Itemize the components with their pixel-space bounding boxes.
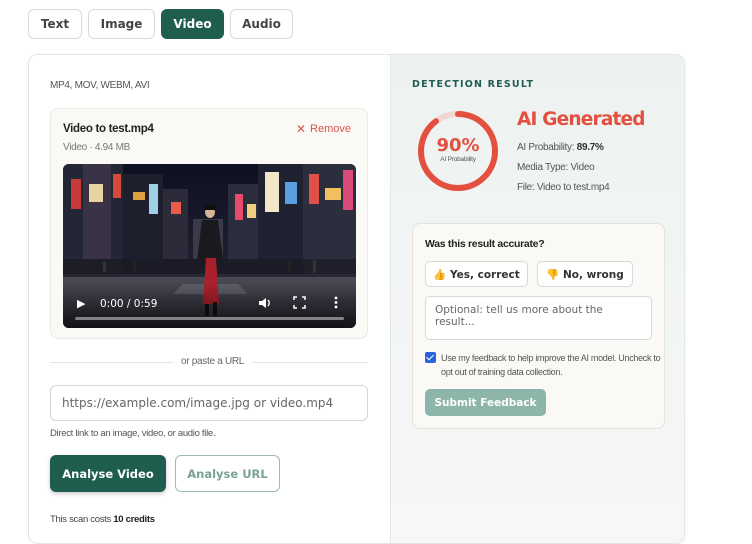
close-icon: ✕	[295, 122, 307, 136]
video-progress-bar[interactable]	[75, 317, 344, 320]
thumbs-down-icon: 👎	[546, 268, 560, 281]
consent-text: Use my feedback to help improve the AI m…	[441, 353, 661, 377]
volume-icon[interactable]	[258, 296, 272, 313]
analyse-video-button[interactable]: Analyse Video	[50, 455, 166, 492]
url-input[interactable]	[50, 385, 368, 421]
thumbs-up-icon: 👍	[433, 268, 447, 281]
media-type: Media Type: Video	[517, 162, 595, 173]
supported-formats: MP4, MOV, WEBM, AVI	[50, 80, 150, 91]
verdict: AI Generated	[517, 109, 646, 130]
feedback-question: Was this result accurate?	[425, 238, 545, 250]
feedback-card: Was this result accurate? 👍 Yes, correct…	[412, 223, 665, 429]
time-display: 0:00 / 0:59	[100, 298, 158, 310]
fullscreen-icon[interactable]	[293, 296, 306, 312]
remove-label: Remove	[310, 123, 351, 135]
feedback-yes-button[interactable]: 👍 Yes, correct	[425, 261, 528, 287]
remove-file-button[interactable]: ✕ Remove	[296, 122, 351, 136]
file-name: Video to test.mp4	[63, 123, 154, 135]
url-divider-label: or paste a URL	[173, 356, 253, 367]
gauge-percent: 90%	[436, 135, 480, 156]
analyse-url-button[interactable]: Analyse URL	[175, 455, 280, 492]
file-meta: Video · 4.94 MB	[63, 142, 131, 153]
result-panel: DETECTION RESULT 90% AI Probability AI G…	[390, 55, 684, 543]
consent-checkbox[interactable]	[425, 352, 436, 363]
submit-feedback-button[interactable]: Submit Feedback	[425, 389, 546, 416]
tab-image[interactable]: Image	[88, 9, 155, 39]
play-icon[interactable]: ▶	[77, 297, 85, 310]
feedback-comment-field[interactable]	[425, 296, 652, 340]
result-file-name: File: Video to test.mp4	[517, 182, 610, 193]
url-hint: Direct link to an image, video, or audio…	[50, 428, 216, 439]
tab-video[interactable]: Video	[161, 9, 224, 39]
scan-cost: This scan costs 10 credits	[50, 514, 155, 525]
uploaded-file: Video to test.mp4 Video · 4.94 MB ✕ Remo…	[50, 108, 368, 339]
more-options-icon[interactable]	[334, 296, 338, 312]
ai-probability: AI Probability: 89.7%	[517, 142, 604, 153]
scan-cost-value: 10 credits	[113, 514, 155, 525]
feedback-yes-label: Yes, correct	[449, 268, 520, 281]
scan-cost-prefix: This scan costs	[50, 514, 111, 525]
tab-audio[interactable]: Audio	[230, 9, 293, 39]
gauge-label: AI Probability	[440, 156, 476, 163]
feedback-no-label: No, wrong	[563, 268, 624, 281]
tab-text[interactable]: Text	[28, 9, 82, 39]
upload-panel: MP4, MOV, WEBM, AVI Video to test.mp4 Vi…	[29, 55, 390, 543]
detection-result-title: DETECTION RESULT	[412, 79, 535, 90]
detector-card: MP4, MOV, WEBM, AVI Video to test.mp4 Vi…	[28, 54, 685, 544]
ai-probability-label: AI Probability:	[517, 142, 575, 153]
ai-probability-value: 89.7%	[576, 142, 604, 153]
feedback-no-button[interactable]: 👎 No, wrong	[537, 261, 633, 287]
player-controls: ▶ 0:00 / 0:59	[63, 284, 356, 328]
media-type-tabs: Text Image Video Audio	[28, 9, 293, 39]
video-player[interactable]: ▶ 0:00 / 0:59	[63, 164, 356, 328]
